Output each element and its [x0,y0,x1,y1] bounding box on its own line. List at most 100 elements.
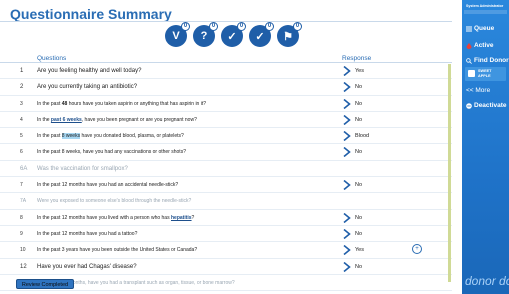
question-emphasis[interactable]: past 6 weeks [51,117,82,123]
response-header: Response [342,55,372,62]
blood-drop-icon [466,42,472,49]
step-badge: 0 [209,22,218,31]
sidebar-item-find-donor[interactable]: Find Donor [466,57,509,64]
table-row[interactable]: 9 In the past 12 months have you had a ta… [0,226,452,243]
question-number: 6A [20,165,28,172]
question-text-part: have you donated blood, plasma, or plate… [80,133,184,140]
step-toolbar: V 0? 0 ✓ 0 ✓ 0 ⚑ 0 [165,22,302,49]
step-badge: 0 [237,22,246,31]
chevron-right-icon[interactable] [343,261,351,272]
eligibility-icon[interactable]: ✓ 0 [221,22,246,47]
table-row[interactable]: 4 In the past 6 weeks, have you been preg… [0,112,452,129]
question-text: In the past 3 years have you been outsid… [37,247,197,253]
response-value: No [355,230,363,237]
donor-name: SWEET APPLE [478,69,492,78]
question-text-part: Are you feeling healthy and well today? [37,68,142,74]
current-donor-card[interactable]: SWEET APPLE [465,67,506,81]
table-row[interactable]: 3 In the past 48 hours have you taken asp… [0,96,452,112]
question-text-part: In the past [37,133,62,140]
vitals-icon[interactable]: V0 [165,22,190,47]
question-text: In the past 12 months have you had a tat… [37,231,137,237]
question-text-part: In the past 12 months have you lived wit… [37,214,171,221]
question-emphasis: 8 weeks [61,133,81,140]
question-text-part: In the past 3 years have you been outsid… [37,247,198,254]
chevron-right-icon[interactable] [343,212,351,223]
info-icon[interactable]: + [412,244,422,255]
response-value: No [355,149,363,156]
question-text-part: Were you exposed to someone else's blood… [37,198,192,205]
sidebar: System Administrator Queue Active Find D… [462,0,509,294]
table-row[interactable]: 10 In the past 3 years have you been outs… [0,242,452,259]
icon-glyph: ✓ [227,30,237,43]
brand-logo: donor do [465,274,509,288]
question-number: 4 [20,116,23,123]
question-number: 9 [20,230,23,237]
question-text: In the past 48 hours have you taken aspi… [37,101,206,107]
table-row[interactable]: 1 Are you feeling healthy and well today?… [0,63,452,80]
question-number: 5 [20,133,23,140]
sidebar-item-label: Queue [474,25,495,32]
scrollbar-thumb[interactable] [448,64,451,282]
response-value: Yes [355,247,364,254]
table-row[interactable]: 12 Have you ever had Chagas' disease? No [0,259,452,275]
search-icon [466,57,472,64]
check-icon[interactable]: ✓ 0 [249,22,274,47]
response-value: No [355,182,363,189]
question-text: Are you currently taking an antibiotic? [37,84,137,90]
question-text-part: In the past [37,100,62,107]
question-text-part: Are you currently taking an antibiotic? [37,84,138,91]
chevron-right-icon[interactable] [343,131,351,142]
question-text-part: In the past 8 weeks, have you had any va… [37,149,186,156]
question-text-part: In the past 12 months have you had an ac… [37,182,179,189]
question-number: 3 [20,100,23,107]
main-panel: Questionnaire Summary V 0? 0 ✓ 0 ✓ 0 ⚑ 0 Questio… [0,0,458,294]
flag-icon[interactable]: ⚑ 0 [277,22,302,47]
table-row[interactable]: 6A Was the vaccination for smallpox? [0,161,452,178]
chevron-right-icon[interactable] [343,245,351,256]
sidebar-item-label: Find Donor [474,57,509,64]
review-completed-button[interactable]: Review Completed [16,279,74,289]
chevron-right-icon[interactable] [343,98,351,109]
question-emphasis[interactable]: hepatitis [171,215,192,221]
donor-name-line1: SWEET [478,69,492,73]
question-text: Have you ever had Chagas' disease? [37,264,137,270]
icon-glyph: V [172,30,180,42]
table-row[interactable]: 7A Were you exposed to someone else's blo… [0,193,452,210]
question-text-part: Was the vaccination for smallpox? [37,165,128,172]
table-row[interactable]: 7 In the past 12 months have you had an a… [0,177,452,194]
question-text: In the past 8 weeks, have you had any va… [37,149,186,155]
sidebar-item-deactivate[interactable]: Deactivate [466,102,507,109]
table-row[interactable]: 6 In the past 8 weeks, have you had any v… [0,144,452,161]
chevron-right-icon[interactable] [343,147,351,158]
step-badge: 0 [181,22,190,31]
question-text-part: In the [37,116,51,123]
chevron-right-icon[interactable] [343,180,351,191]
question-text-part: hours have you taken aspirin or anything… [67,100,207,107]
sidebar-item-more[interactable]: << More [466,87,490,94]
response-value: No [355,84,363,91]
question-number: 10 [20,247,26,254]
response-value: Yes [355,68,364,74]
question-number: 1 [20,68,24,74]
response-value: No [355,214,363,221]
table-row[interactable]: 5 In the past 8 weeks have you donated bl… [0,128,452,145]
title-divider [0,21,452,22]
icon-glyph: ⚑ [283,30,293,43]
question-text: In the past 12 months have you lived wit… [37,215,194,221]
avatar-icon [468,70,475,77]
chevron-right-icon[interactable] [343,66,351,76]
question-text: Was the vaccination for smallpox? [37,166,128,172]
questionnaire-icon[interactable]: ? 0 [193,22,218,47]
table-row[interactable]: 2 Are you currently taking an antibiotic?… [0,79,452,96]
question-number: 8 [20,214,23,221]
chevron-right-icon[interactable] [343,114,351,125]
chevron-right-icon[interactable] [343,82,351,93]
table-row[interactable]: 8 In the past 12 months have you lived wi… [0,210,452,226]
sidebar-item-active[interactable]: Active [466,42,494,49]
chevron-right-icon[interactable] [343,228,351,239]
sidebar-item-queue[interactable]: Queue [466,25,494,32]
question-text: Are you feeling healthy and well today? [37,68,141,74]
donor-name-line2: APPLE [478,73,491,78]
question-number: 2 [20,84,24,91]
menu-icon [466,26,472,31]
